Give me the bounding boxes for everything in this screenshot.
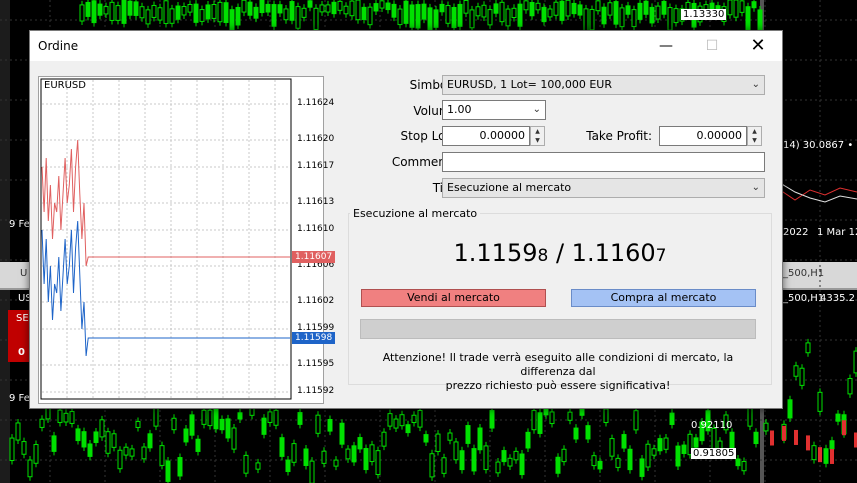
- bg-price-a: 0.92110: [691, 420, 733, 431]
- bg-tab-label[interactable]: _500,H1: [783, 268, 824, 279]
- price-tick-label: 1.11610: [297, 224, 335, 234]
- execution-group-title: Esecuzione al mercato: [350, 207, 481, 220]
- maximize-icon[interactable]: ☐: [689, 31, 735, 61]
- bg-tab-u[interactable]: U: [20, 268, 27, 279]
- take-profit-label: Take Profit:: [586, 129, 652, 143]
- price-tick-label: 1.11595: [297, 359, 335, 369]
- price-tick-label: 1.11613: [297, 197, 335, 207]
- tick-chart-plot: [40, 78, 292, 400]
- price-tick-label: 1.11617: [297, 161, 335, 171]
- price-tick-label: 1.11592: [297, 386, 335, 396]
- bg-price-b: 0.91805: [691, 448, 737, 459]
- bid-price-tag: 1.11598: [292, 332, 335, 344]
- buy-market-button[interactable]: Compra al mercato: [571, 289, 756, 307]
- price-tick-label: 1.11624: [297, 98, 335, 108]
- stop-loss-field[interactable]: 0.00000: [442, 126, 530, 146]
- bg-sell-stub[interactable]: SE: [16, 313, 29, 324]
- bg-date-right2: 1 Mar 12:: [817, 227, 857, 238]
- sell-market-button[interactable]: Vendi al mercato: [361, 289, 546, 307]
- take-profit-stepper[interactable]: ▲ ▼: [747, 126, 762, 146]
- chevron-down-icon: ⌄: [751, 182, 760, 193]
- warning-line-1: Attenzione! Il trade verrà eseguito alle…: [382, 351, 734, 378]
- type-select[interactable]: Esecuzione al mercato ⌄: [442, 178, 765, 198]
- bg-date-right1: 2022: [783, 227, 809, 238]
- bg-sell-stub-value: 0: [18, 347, 25, 358]
- volume-select[interactable]: 1.00 ⌄: [442, 100, 546, 120]
- comment-field[interactable]: [442, 152, 765, 172]
- symbol-value: EURUSD, 1 Lot= 100,000 EUR: [447, 78, 612, 91]
- bid-ask-quote: 1.11598 / 1.11607: [348, 239, 772, 267]
- tick-chart: EURUSD 1.11624 1.11620 1.11617 1.11613 1.116…: [38, 76, 335, 404]
- chevron-down-icon: ⌄: [532, 104, 541, 115]
- chevron-down-icon: ⌄: [751, 79, 760, 90]
- ask-price-main: 1.1160: [571, 239, 656, 267]
- price-tick-label: 1.11620: [297, 134, 335, 144]
- type-value: Esecuzione al mercato: [447, 181, 572, 194]
- bg-top-price: 1.13330: [681, 9, 727, 20]
- ask-price-tag: 1.11607: [292, 251, 335, 263]
- bid-price-main: 1.1159: [453, 239, 538, 267]
- close-icon[interactable]: ✕: [735, 31, 781, 61]
- bg-date-left2: 9 Fe: [9, 393, 30, 404]
- price-separator: /: [548, 239, 572, 267]
- title-bar[interactable]: Ordine — ☐ ✕: [30, 31, 782, 61]
- ask-price-pip: 7: [655, 246, 667, 266]
- order-dialog: Ordine — ☐ ✕ EURUSD 1.11624 1.11620 1.1161…: [29, 30, 783, 409]
- symbol-select[interactable]: EURUSD, 1 Lot= 100,000 EUR ⌄: [442, 75, 765, 95]
- stop-loss-stepper[interactable]: ▲ ▼: [530, 126, 545, 146]
- bid-price-line: [41, 220, 290, 357]
- bg-date-left: 9 Fe: [9, 219, 30, 230]
- warning-message: Attenzione! Il trade verrà eseguito alle…: [363, 351, 753, 393]
- dialog-title: Ordine: [38, 39, 79, 53]
- volume-value: 1.00: [447, 103, 472, 116]
- minimize-icon[interactable]: —: [643, 31, 689, 61]
- execution-progress-bar: [360, 319, 756, 339]
- bg-chart-price: 4335.2: [820, 293, 855, 304]
- warning-line-2: prezzo richiesto può essere significativ…: [445, 379, 671, 392]
- bg-chart-label: _500,H1: [783, 293, 825, 304]
- price-tick-label: 1.11602: [297, 296, 335, 306]
- bid-price-pip: 8: [537, 246, 549, 266]
- take-profit-field[interactable]: 0.00000: [659, 126, 747, 146]
- bg-indicator-label: 14) 30.0867 • DI:2: [783, 140, 857, 151]
